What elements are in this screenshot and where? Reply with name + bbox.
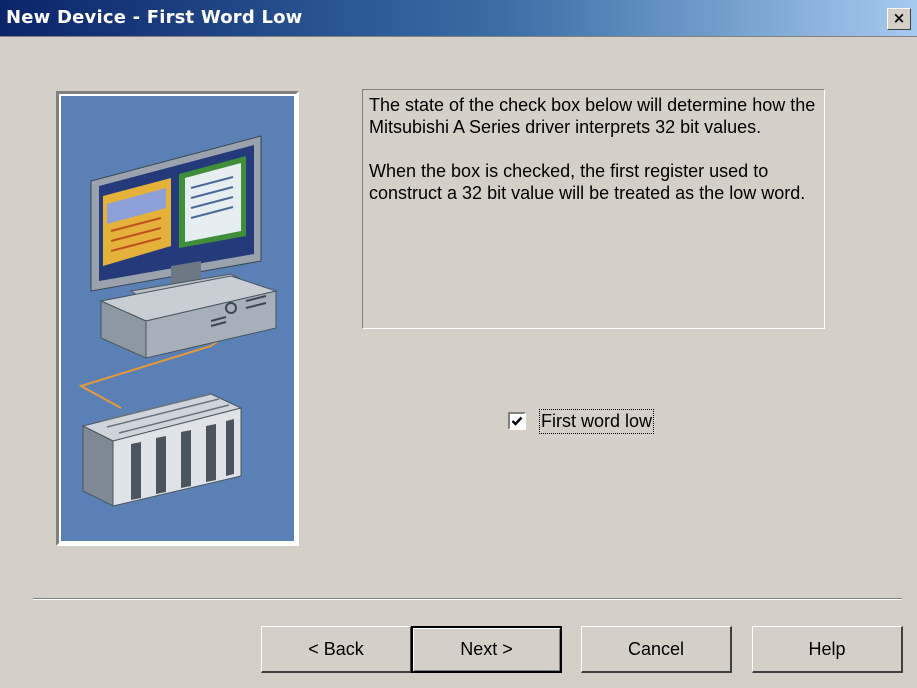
title-bar: New Device - First Word Low × — [0, 0, 917, 37]
close-icon: × — [892, 9, 906, 27]
first-word-low-checkbox[interactable] — [508, 412, 526, 430]
description-box: The state of the check box below will de… — [362, 89, 825, 329]
description-paragraph-2: When the box is checked, the first regis… — [369, 161, 806, 203]
checkmark-icon — [511, 416, 523, 426]
back-button[interactable]: < Back — [261, 626, 412, 673]
close-button[interactable]: × — [887, 8, 911, 30]
wizard-illustration — [56, 91, 299, 546]
help-button[interactable]: Help — [752, 626, 903, 673]
first-word-low-label[interactable]: First word low — [539, 408, 655, 434]
computer-plc-illustration — [78, 135, 278, 507]
cancel-button[interactable]: Cancel — [581, 626, 732, 673]
first-word-low-option[interactable]: First word low — [508, 406, 655, 436]
button-separator — [33, 598, 902, 600]
next-button[interactable]: Next > — [411, 626, 562, 673]
description-paragraph-1: The state of the check box below will de… — [369, 95, 816, 137]
illustration-panel — [59, 94, 296, 543]
window-title: New Device - First Word Low — [6, 7, 303, 28]
